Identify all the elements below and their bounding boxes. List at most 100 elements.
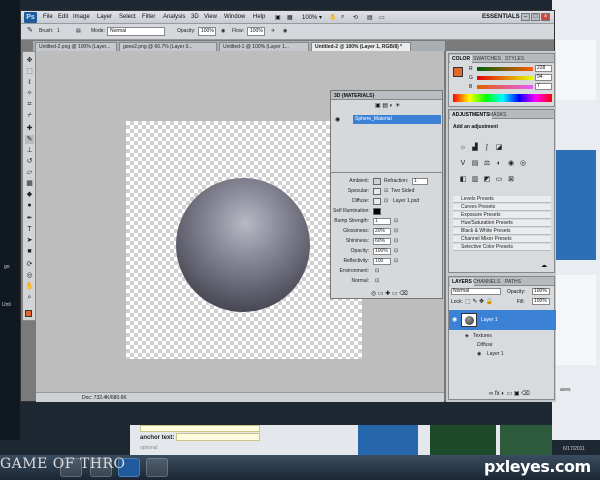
exposure-icon[interactable]: ◪ (495, 144, 503, 152)
screen-mode-icon[interactable]: ▭ (379, 14, 385, 21)
crop-tool-icon[interactable]: ⌗ (25, 100, 34, 109)
specular-swatch[interactable] (373, 188, 381, 195)
hand-tool-icon[interactable]: ✋ (329, 14, 336, 21)
ambient-swatch[interactable] (373, 178, 381, 185)
g-slider[interactable] (477, 76, 533, 80)
layer-row-layer-1[interactable]: ◉ Layer 1 (449, 310, 556, 330)
tab-swatches[interactable]: SWATCHES (471, 55, 503, 63)
flow-field[interactable]: 100% (247, 27, 265, 36)
g-field[interactable]: 94 (535, 74, 552, 81)
lock-icons[interactable]: ⬚ ✎ ✥ 🔒 (465, 298, 493, 305)
levels-icon[interactable]: ▟ (471, 144, 479, 152)
move-tool-icon[interactable]: ✥ (25, 56, 34, 65)
r-field[interactable]: 228 (535, 65, 552, 72)
r-slider[interactable] (477, 67, 533, 71)
selective-color-icon[interactable]: ⊠ (507, 176, 515, 184)
layer-visibility-eye-icon[interactable]: ◉ (452, 316, 457, 323)
anchor-text-input[interactable] (176, 433, 260, 441)
tab-untitled-1[interactable]: Untitled-1 @ 100% (Layer 1... (219, 42, 309, 51)
eyedropper-tool-icon[interactable]: ⌿ (25, 111, 34, 120)
visibility-eye-icon[interactable]: ◉ (335, 116, 340, 123)
menu-layer[interactable]: Layer (97, 14, 112, 20)
channel-mixer-icon[interactable]: ◎ (519, 160, 527, 168)
tab-adjustments[interactable]: ADJUSTMENTS (450, 111, 492, 119)
airbrush-icon[interactable]: ✈ (271, 28, 275, 34)
brush-panel-icon[interactable]: ▤ (76, 28, 81, 34)
eraser-tool-icon[interactable]: ▱ (25, 168, 34, 177)
preset-levels[interactable]: Levels Presets (453, 196, 551, 203)
hand-tool-icon[interactable]: ✋ (25, 282, 34, 291)
preset-channel-mixer[interactable]: Channel Mixer Presets (453, 236, 551, 243)
hue-saturation-icon[interactable]: ▤ (471, 160, 479, 168)
brush-tool-icon-active[interactable]: ✎ (25, 135, 34, 144)
minimize-button[interactable]: – (521, 13, 530, 21)
material-opacity-field[interactable]: 100% (373, 248, 391, 255)
maximize-button[interactable]: □ (531, 13, 540, 21)
blur-tool-icon[interactable]: ◆ (25, 190, 34, 199)
arrange-documents-icon[interactable]: ▤ (367, 14, 373, 21)
rotate-view-icon[interactable]: ⟲ (353, 14, 358, 21)
type-tool-icon[interactable]: T (25, 225, 34, 234)
shininess-field[interactable]: 60% (373, 238, 391, 245)
diffuse-texture-icon[interactable]: ⊡ (384, 198, 388, 204)
threshold-icon[interactable]: ◩ (483, 176, 491, 184)
path-select-tool-icon[interactable]: ➤ (25, 236, 34, 245)
dodge-tool-icon[interactable]: ● (25, 201, 34, 210)
brush-size[interactable]: 1 (57, 28, 60, 34)
photo-filter-icon[interactable]: ◉ (507, 160, 515, 168)
preset-hue-saturation[interactable]: Hue/Saturation Presets (453, 220, 551, 227)
clone-stamp-tool-icon[interactable]: ⊥ (25, 146, 34, 155)
normal-texture-icon[interactable]: ⊡ (375, 278, 379, 284)
3d-panel-footer-icons[interactable]: ◎ ▭ ✚ ▭ ⌫ (371, 290, 408, 297)
vibrance-icon[interactable]: V (459, 160, 467, 168)
document-canvas[interactable] (126, 121, 362, 359)
pressure-size-icon[interactable]: ◉ (283, 28, 287, 34)
mode-select[interactable]: Normal (107, 27, 165, 36)
zoom-tool-icon[interactable]: ⌕ (25, 293, 34, 302)
history-brush-tool-icon[interactable]: ↺ (25, 157, 34, 166)
invert-icon[interactable]: ◧ (459, 176, 467, 184)
menu-filter[interactable]: Filter (142, 14, 155, 20)
preset-exposure[interactable]: Exposure Presets (453, 212, 551, 219)
3d-orbit-tool-icon[interactable]: ◎ (25, 271, 34, 280)
self-illumination-swatch[interactable] (373, 208, 381, 215)
diffuse-swatch[interactable] (373, 198, 381, 205)
3d-rotate-tool-icon[interactable]: ⟳ (25, 260, 34, 269)
menu-help[interactable]: Help (253, 14, 265, 20)
sub-layer-eye-icon[interactable]: ◉ (477, 351, 481, 357)
healing-tool-icon[interactable]: ✚ (25, 124, 34, 133)
menu-window[interactable]: Window (224, 14, 245, 20)
sub-layer-row[interactable]: ◉ Layer 1 (449, 350, 556, 359)
mini-bridge-icon[interactable]: ▦ (287, 14, 293, 21)
black-white-icon[interactable]: ◐ (495, 160, 503, 168)
color-balance-icon[interactable]: ⚖ (483, 160, 491, 168)
bump-texture-icon[interactable]: ⊡ (394, 218, 398, 224)
fill-field[interactable]: 100% (532, 298, 550, 305)
pressure-opacity-icon[interactable]: ◉ (221, 28, 225, 34)
pen-tool-icon[interactable]: ✒ (25, 214, 34, 223)
bump-field[interactable]: 1 (373, 218, 391, 225)
menu-view[interactable]: View (204, 14, 217, 20)
tab-paths[interactable]: PATHS (503, 278, 523, 286)
zoom-level-dropdown[interactable]: 100% ▾ (302, 14, 322, 21)
environment-texture-icon[interactable]: ⊡ (375, 268, 379, 274)
close-button[interactable]: × (541, 13, 550, 21)
posterize-icon[interactable]: ▥ (471, 176, 479, 184)
menu-file[interactable]: File (43, 14, 53, 20)
menu-analysis[interactable]: Analysis (163, 14, 185, 20)
zoom-tool-icon[interactable]: ⌕ (341, 14, 344, 21)
blend-mode-select[interactable]: Normal (451, 288, 501, 295)
bridge-icon[interactable]: ▣ (275, 14, 281, 21)
tab-untitled-2-png[interactable]: Untitled-2.png @ 100% (Layer... (35, 42, 117, 51)
preset-black-white[interactable]: Black & White Presets (453, 228, 551, 235)
preset-curves[interactable]: Curves Presets (453, 204, 551, 211)
reflectivity-texture-icon[interactable]: ⊡ (394, 258, 398, 264)
adjustments-footer-icon[interactable]: ☁ (541, 262, 547, 269)
tab-gone2-png[interactable]: gone2.png @ 66.7% (Layer 0... (119, 42, 217, 51)
layers-footer-icons[interactable]: ∞ fx ◐ ▭ ▣ ⌫ (489, 390, 530, 397)
marquee-tool-icon[interactable]: ⬚ (25, 67, 34, 76)
taskbar-app-button[interactable] (146, 458, 168, 477)
menu-3d[interactable]: 3D (191, 14, 199, 20)
color-spectrum[interactable] (453, 94, 552, 102)
opacity-field[interactable]: 100% (198, 27, 216, 36)
